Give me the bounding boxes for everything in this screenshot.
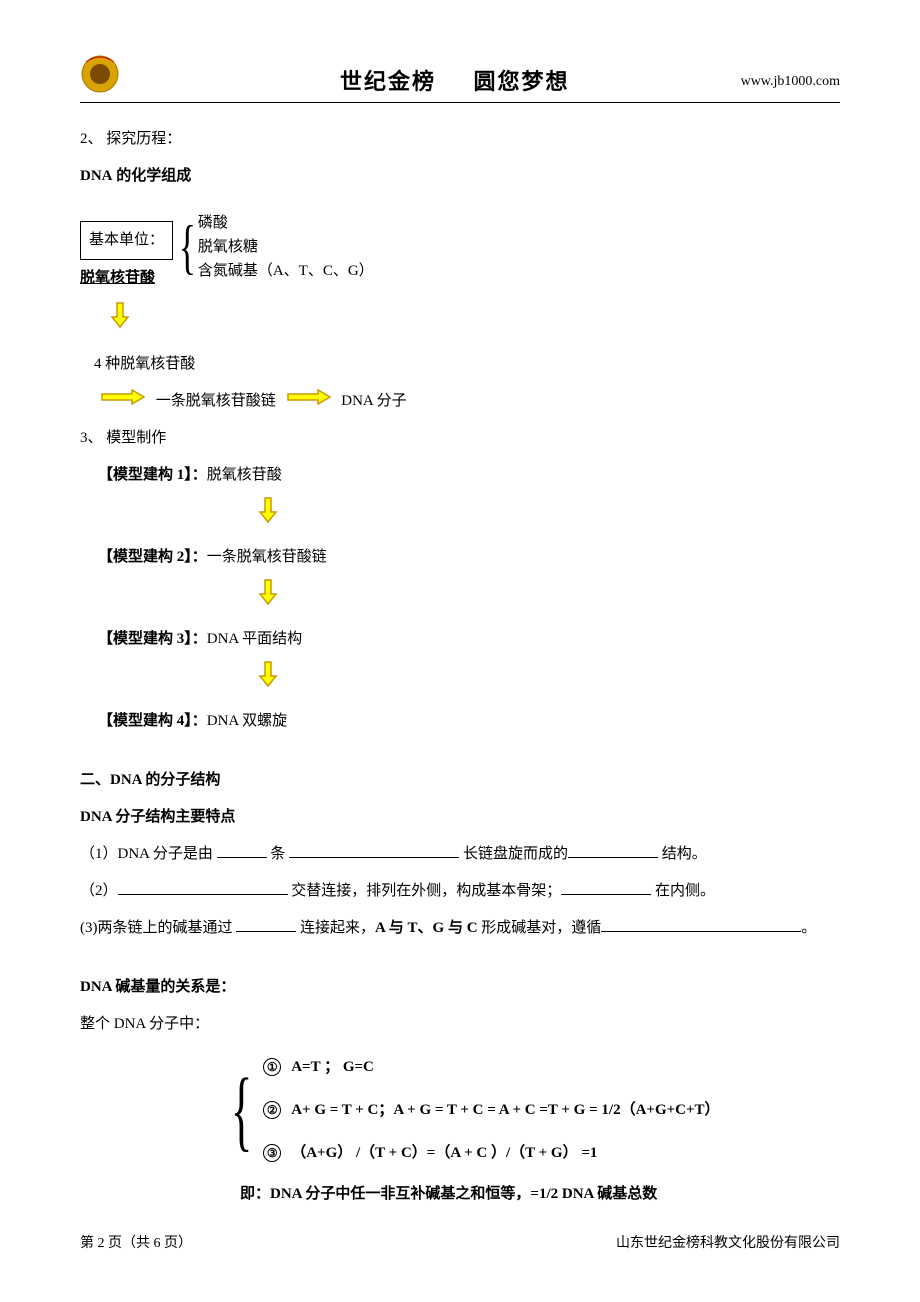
- header-title: 世纪金榜 圆您梦想: [340, 64, 570, 96]
- dna-molecule-text: DNA 分子: [341, 393, 406, 409]
- blank-input[interactable]: [561, 880, 651, 895]
- arrow-down-icon: [258, 660, 840, 701]
- page-footer: 第 2 页（共 6 页） 山东世纪金榜科教文化股份有限公司: [80, 1232, 840, 1252]
- build2-label: 【模型建构 2】：: [98, 549, 207, 565]
- four-nucleotides: 4 种脱氧核苷酸: [94, 348, 840, 381]
- whole-dna-text: 整个 DNA 分子中：: [80, 1008, 840, 1041]
- build3-label: 【模型建构 3】：: [98, 631, 207, 647]
- basic-unit-box: 基本单位：: [80, 221, 173, 260]
- build4-label: 【模型建构 4】：: [98, 713, 207, 729]
- equation-block: { ① A=T ； G=C ② A+ G = T + C；A + G = T + C…: [220, 1051, 840, 1170]
- brace-item-bases: 含氮碱基（A、T、C、G）: [198, 259, 374, 283]
- q2-part-b: 交替连接，排列在外侧，构成基本骨架；: [288, 883, 562, 899]
- document-body: 2、 探究历程： DNA 的化学组成 基本单位： 脱氧核苷酸 { 磷酸 脱氧核糖…: [80, 123, 840, 1211]
- blank-input[interactable]: [601, 917, 801, 932]
- page: 世纪金榜 圆您梦想 www.jb1000.com 2、 探究历程： DNA 的化…: [0, 0, 920, 1302]
- footer-company: 山东世纪金榜科教文化股份有限公司: [616, 1232, 840, 1252]
- basic-unit-group: 基本单位： 脱氧核苷酸 { 磷酸 脱氧核糖 含氮碱基（A、T、C、G）: [80, 199, 840, 295]
- arrow-right-icon: [100, 385, 146, 418]
- q3-part-d: 形成碱基对，遵循: [478, 920, 602, 936]
- dna-composition-title: DNA 的化学组成: [80, 160, 840, 193]
- left-brace-icon: {: [231, 1071, 253, 1151]
- header-url: www.jb1000.com: [741, 74, 840, 90]
- section-2-subtitle: DNA 分子结构主要特点: [80, 801, 840, 834]
- question-1: （1）DNA 分子是由 条 长链盘旋而成的 结构。: [80, 838, 840, 871]
- circled-number-icon: ①: [263, 1058, 281, 1076]
- brace-item-deoxyribose: 脱氧核糖: [198, 235, 374, 259]
- model-build-1: 【模型建构 1】：脱氧核苷酸: [98, 459, 840, 492]
- build1-label: 【模型建构 1】：: [98, 467, 207, 483]
- blank-input[interactable]: [236, 917, 296, 932]
- deoxyribonucleotide-label: 脱氧核苷酸: [80, 262, 155, 295]
- blank-input[interactable]: [118, 880, 288, 895]
- q2-part-a: （2）: [80, 883, 118, 899]
- arrow-down-icon: [110, 301, 840, 342]
- brace-item-phosphate: 磷酸: [198, 211, 374, 235]
- blank-input[interactable]: [568, 843, 658, 858]
- left-brace-icon: {: [179, 217, 196, 277]
- build1-value: 脱氧核苷酸: [207, 467, 282, 483]
- model-build-2: 【模型建构 2】：一条脱氧核苷酸链: [98, 541, 840, 574]
- one-chain-text: 一条脱氧核苷酸链: [156, 393, 276, 409]
- build4-value: DNA 双螺旋: [207, 713, 287, 729]
- build2-value: 一条脱氧核苷酸链: [207, 549, 327, 565]
- equation-2: ② A+ G = T + C；A + G = T + C = A + C =T +…: [263, 1094, 719, 1127]
- arrow-down-icon: [258, 578, 840, 619]
- circled-number-icon: ②: [263, 1101, 281, 1119]
- footer-page-number: 第 2 页（共 6 页）: [80, 1232, 192, 1252]
- page-header: 世纪金榜 圆您梦想 www.jb1000.com: [80, 60, 840, 103]
- arrow-right-icon: [286, 385, 332, 418]
- base-relation-title: DNA 碱基量的关系是：: [80, 971, 840, 1004]
- build3-value: DNA 平面结构: [207, 631, 302, 647]
- blank-input[interactable]: [217, 843, 267, 858]
- q1-part-c: 长链盘旋而成的: [459, 846, 568, 862]
- line-exploration: 2、 探究历程：: [80, 123, 840, 156]
- q3-part-e: 。: [801, 920, 816, 936]
- dna-comp-cn: 的化学组成: [116, 168, 191, 184]
- q1-part-a: （1）DNA 分子是由: [80, 846, 217, 862]
- eq3-text: （A+G） /（T + C）=（A + C ）/（T + G） =1: [291, 1145, 597, 1161]
- question-3: (3)两条链上的碱基通过 连接起来，A 与 T、G 与 C 形成碱基对，遵循 。: [80, 912, 840, 945]
- q3-part-c: A 与 T、G 与 C: [375, 920, 478, 936]
- q1-part-d: 结构。: [658, 846, 707, 862]
- equation-3: ③ （A+G） /（T + C）=（A + C ）/（T + G） =1: [263, 1137, 719, 1170]
- equation-1: ① A=T ； G=C: [263, 1051, 719, 1084]
- eq1-text: A=T ； G=C: [291, 1059, 374, 1075]
- dna-text: DNA: [80, 168, 113, 184]
- model-build-3: 【模型建构 3】：DNA 平面结构: [98, 623, 840, 656]
- eq2-text: A+ G = T + C；A + G = T + C = A + C =T + …: [291, 1102, 719, 1118]
- equation-note: 即：DNA 分子中任一非互补碱基之和恒等，=1/2 DNA 碱基总数: [240, 1178, 840, 1211]
- q3-part-b: 连接起来，: [296, 920, 375, 936]
- brand-logo: [80, 54, 120, 94]
- model-making-title: 3、 模型制作: [80, 422, 840, 455]
- q1-part-b: 条: [267, 846, 290, 862]
- circled-number-icon: ③: [263, 1144, 281, 1162]
- q2-part-c: 在内侧。: [651, 883, 715, 899]
- blank-input[interactable]: [289, 843, 459, 858]
- question-2: （2） 交替连接，排列在外侧，构成基本骨架； 在内侧。: [80, 875, 840, 908]
- model-build-4: 【模型建构 4】：DNA 双螺旋: [98, 705, 840, 738]
- arrow-down-icon: [258, 496, 840, 537]
- section-2-title: 二、DNA 的分子结构: [80, 764, 840, 797]
- brace-items: 磷酸 脱氧核糖 含氮碱基（A、T、C、G）: [198, 211, 374, 283]
- q3-part-a: (3)两条链上的碱基通过: [80, 920, 236, 936]
